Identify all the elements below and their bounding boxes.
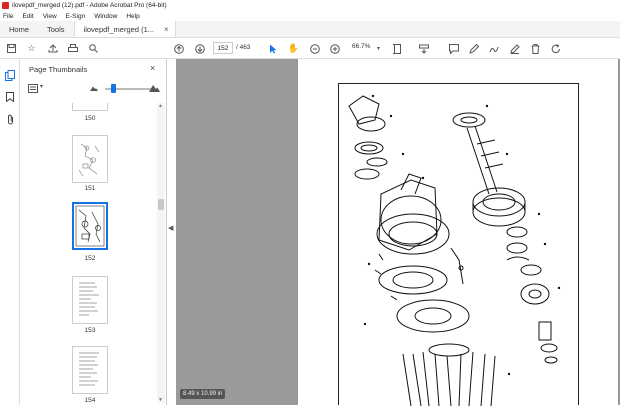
thumbnail-scrollbar[interactable]: ▲ ▼ xyxy=(157,103,165,403)
menu-esign[interactable]: E-Sign xyxy=(66,13,86,20)
options-chevron-down-icon[interactable]: ▾ xyxy=(40,83,43,90)
collapse-panel-chevron-left-icon[interactable]: ◀ xyxy=(168,224,173,232)
draw-tool-icon[interactable] xyxy=(487,42,500,55)
menu-window[interactable]: Window xyxy=(94,13,117,20)
exploded-parts-diagram xyxy=(338,83,579,407)
delete-trash-icon[interactable] xyxy=(529,42,542,55)
thumbnail-list: 150 151 152 153 154 xyxy=(20,103,157,405)
small-thumbnail-mountain-icon[interactable] xyxy=(90,85,98,93)
title-bar: ilovepdf_merged (12).pdf - Adobe Acrobat… xyxy=(0,0,620,11)
page-dimensions-tooltip: 8.49 x 10.99 in xyxy=(180,389,226,399)
scroll-mode-icon[interactable] xyxy=(417,42,430,55)
upload-icon[interactable] xyxy=(46,42,59,55)
thumbnail-page[interactable] xyxy=(72,346,108,394)
thumbnail-page-selected[interactable] xyxy=(72,202,108,250)
panel-close-icon[interactable]: × xyxy=(150,63,155,73)
hand-tool-icon[interactable]: ✋ xyxy=(287,42,300,55)
tab-document-label: ilovepdf_merged (1... xyxy=(83,24,154,34)
thumbnail-page[interactable] xyxy=(72,103,108,111)
toolbar: ☆ 152 / 463 ✋ 66.7% ▾ xyxy=(0,38,620,59)
pdf-page xyxy=(298,59,618,407)
thumbnail-page[interactable] xyxy=(72,135,108,183)
highlight-pen-icon[interactable] xyxy=(467,42,480,55)
menu-view[interactable]: View xyxy=(43,13,57,20)
thumbnail-label: 153 xyxy=(84,327,96,334)
thumbnail-options-icon[interactable] xyxy=(28,84,38,93)
menu-file[interactable]: File xyxy=(3,13,13,20)
scroll-up-arrow-icon[interactable]: ▲ xyxy=(158,103,163,109)
save-icon[interactable] xyxy=(5,42,18,55)
menu-edit[interactable]: Edit xyxy=(22,13,33,20)
thumbnail-label: 154 xyxy=(84,397,96,404)
fill-sign-icon[interactable] xyxy=(508,42,521,55)
page-number-input[interactable]: 152 xyxy=(213,42,233,54)
thumbnail-page[interactable] xyxy=(72,276,108,324)
page-total: / 463 xyxy=(236,44,251,51)
tab-document[interactable]: ilovepdf_merged (1... × xyxy=(73,21,176,37)
document-viewer[interactable]: 8.49 x 10.99 in xyxy=(176,59,620,407)
tab-bar: Home Tools ilovepdf_merged (1... × xyxy=(0,21,620,38)
scroll-down-arrow-icon[interactable]: ▼ xyxy=(158,397,163,403)
zoom-in-icon[interactable] xyxy=(328,42,341,55)
thumbnail-size-slider-handle[interactable] xyxy=(111,84,116,93)
zoom-out-icon[interactable] xyxy=(308,42,321,55)
select-cursor-icon[interactable] xyxy=(266,42,279,55)
menu-help[interactable]: Help xyxy=(126,13,139,20)
bookmarks-icon[interactable] xyxy=(4,91,16,103)
page-fit-icon[interactable] xyxy=(391,42,404,55)
page-thumbnails-icon[interactable] xyxy=(4,69,16,81)
large-thumbnail-mountain-icon[interactable] xyxy=(149,83,160,94)
tab-close-icon[interactable]: × xyxy=(164,25,169,34)
thumbnail-label: 152 xyxy=(84,255,96,262)
next-page-icon[interactable] xyxy=(193,42,206,55)
thumbnail-tools: ▾ xyxy=(28,83,178,95)
zoom-level-dropdown[interactable]: 66.7% xyxy=(352,43,370,50)
find-text-icon[interactable] xyxy=(87,42,100,55)
scrollbar-thumb[interactable] xyxy=(158,199,164,210)
attachments-paperclip-icon[interactable] xyxy=(4,113,16,125)
tab-tools[interactable]: Tools xyxy=(38,21,74,37)
left-rail xyxy=(0,59,20,405)
comment-icon[interactable] xyxy=(447,42,460,55)
window-title: ilovepdf_merged (12).pdf - Adobe Acrobat… xyxy=(12,2,167,9)
zoom-chevron-down-icon[interactable]: ▾ xyxy=(372,42,385,55)
previous-page-icon[interactable] xyxy=(172,42,185,55)
menu-bar: File Edit View E-Sign Window Help xyxy=(0,11,620,21)
rotate-icon[interactable] xyxy=(549,42,562,55)
bookmark-star-icon[interactable]: ☆ xyxy=(25,42,38,55)
panel-title: Page Thumbnails xyxy=(29,65,88,74)
page-thumbnails-panel: Page Thumbnails × ▾ 150 151 152 153 154 … xyxy=(20,59,167,405)
acrobat-logo-icon xyxy=(2,2,9,9)
print-icon[interactable] xyxy=(66,42,79,55)
thumbnail-label: 150 xyxy=(84,115,96,122)
thumbnail-label: 151 xyxy=(84,185,96,192)
tab-home[interactable]: Home xyxy=(0,21,38,37)
